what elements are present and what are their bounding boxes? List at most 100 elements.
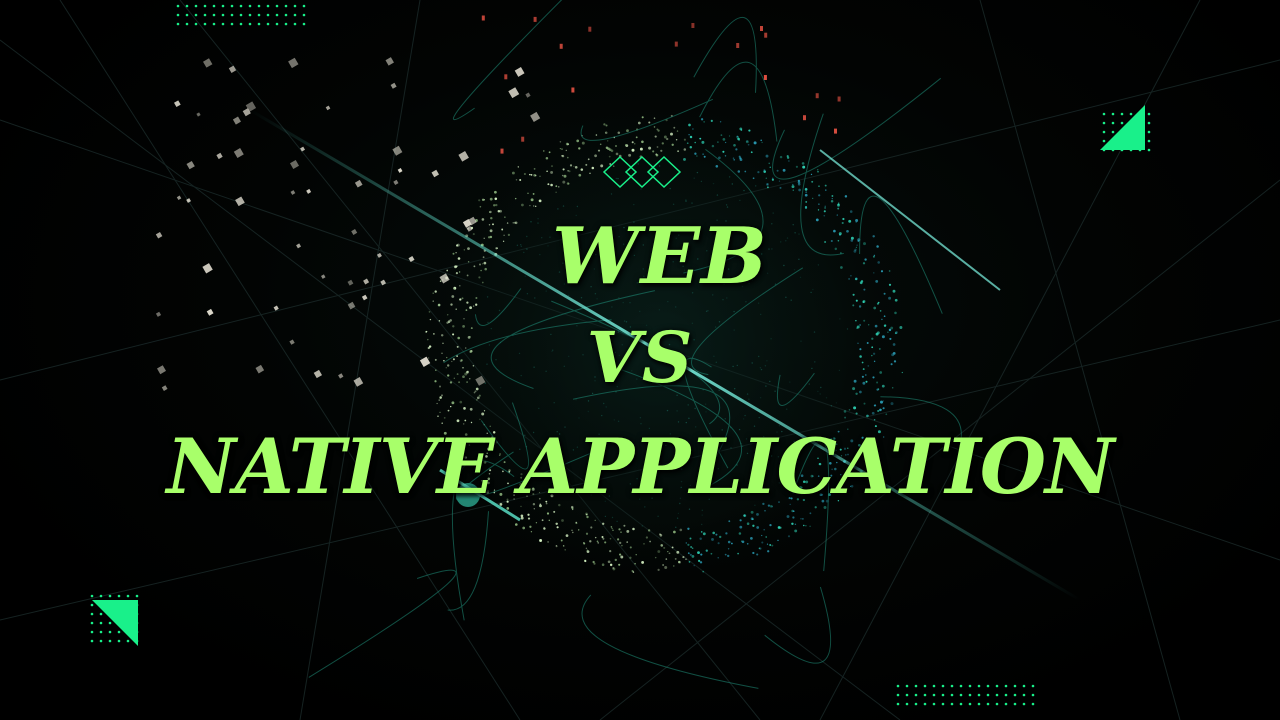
globe-particle	[873, 306, 877, 310]
globe-particle	[701, 514, 703, 516]
globe-particle	[696, 171, 699, 174]
globe-particle	[779, 186, 782, 189]
globe-particle	[663, 546, 666, 549]
globe-particle	[621, 544, 623, 547]
globe-particle	[692, 128, 694, 130]
globe-particle	[550, 183, 553, 187]
grid-dot	[977, 684, 981, 688]
globe-particle	[673, 565, 675, 567]
globe-particle	[438, 399, 440, 401]
globe-particle	[450, 405, 452, 408]
globe-particle	[617, 177, 619, 180]
globe-particle	[677, 512, 680, 515]
globe-particle	[700, 118, 704, 121]
title-native-application: NATIVE APPLICATION	[166, 422, 1114, 511]
globe-particle	[687, 527, 690, 530]
globe-particle	[548, 519, 551, 522]
globe-particle	[769, 166, 771, 168]
globe-particle	[641, 116, 644, 119]
globe-particle	[611, 516, 614, 519]
globe-particle	[778, 180, 781, 182]
grid-dot	[194, 13, 198, 17]
floating-square	[203, 58, 213, 68]
grid-dot	[302, 4, 306, 8]
grid-dot	[126, 639, 130, 643]
globe-particle	[871, 411, 875, 415]
grid-dot	[185, 13, 189, 17]
globe-particle	[750, 537, 753, 540]
floating-square	[235, 196, 245, 207]
dot-grid-bottom-right	[896, 684, 1035, 706]
globe-particle	[587, 410, 589, 413]
globe-particle	[657, 550, 661, 553]
globe-particle	[737, 552, 739, 555]
globe-particle	[616, 520, 618, 523]
grid-dot	[90, 630, 94, 634]
globe-particle	[618, 528, 621, 531]
globe-particle	[685, 200, 687, 202]
grid-dot	[239, 22, 243, 26]
globe-particle	[620, 555, 624, 559]
globe-particle	[715, 165, 719, 168]
globe-particle	[601, 414, 603, 417]
globe-particle	[712, 531, 715, 535]
floating-square	[290, 160, 300, 170]
globe-particle	[765, 154, 769, 158]
globe-particle	[595, 134, 598, 136]
grid-dot	[950, 684, 954, 688]
globe-particle	[652, 150, 655, 153]
globe-particle	[761, 141, 763, 144]
floating-square	[174, 100, 181, 108]
globe-particle	[894, 311, 897, 315]
grid-dot	[995, 702, 999, 706]
grid-dot	[257, 13, 261, 17]
globe-particle	[637, 163, 639, 165]
globe-particle	[465, 309, 468, 311]
grid-dot	[941, 702, 945, 706]
globe-particle	[561, 174, 564, 177]
globe-particle	[725, 204, 728, 206]
grid-dot	[275, 22, 279, 26]
globe-particle	[755, 185, 757, 187]
globe-particle	[694, 407, 696, 410]
globe-particle	[511, 171, 515, 175]
globe-particle	[767, 550, 770, 553]
globe-particle	[631, 148, 635, 152]
globe-particle	[469, 306, 472, 310]
globe-particle	[675, 306, 677, 308]
floating-square	[390, 82, 397, 89]
globe-particle	[618, 563, 621, 566]
grid-dot	[905, 693, 909, 697]
globe-particle	[615, 152, 619, 156]
globe-particle	[671, 143, 674, 146]
globe-particle	[475, 303, 478, 306]
globe-particle	[605, 406, 607, 408]
globe-particle	[858, 305, 862, 308]
globe-particle	[688, 561, 691, 563]
grid-dot	[293, 13, 297, 17]
globe-particle	[677, 150, 680, 153]
grid-dot	[221, 4, 225, 8]
floating-square	[508, 87, 520, 99]
globe-particle	[565, 534, 569, 537]
globe-particle	[535, 522, 538, 524]
globe-particle	[812, 197, 814, 200]
floating-square	[306, 188, 312, 194]
globe-particle	[702, 532, 706, 536]
grid-dot	[99, 630, 103, 634]
globe-particle	[879, 310, 882, 312]
globe-particle	[753, 141, 757, 145]
globe-particle	[800, 517, 802, 520]
floating-square	[290, 190, 296, 195]
globe-particle	[704, 403, 707, 405]
globe-particle	[797, 179, 800, 182]
globe-particle	[494, 190, 497, 194]
grid-dot	[1147, 121, 1151, 125]
floating-square	[155, 311, 162, 317]
globe-particle	[602, 537, 605, 540]
grid-dot	[293, 22, 297, 26]
globe-particle	[683, 157, 686, 161]
globe-particle	[653, 126, 656, 128]
globe-particle	[831, 195, 834, 197]
grid-dot	[905, 702, 909, 706]
